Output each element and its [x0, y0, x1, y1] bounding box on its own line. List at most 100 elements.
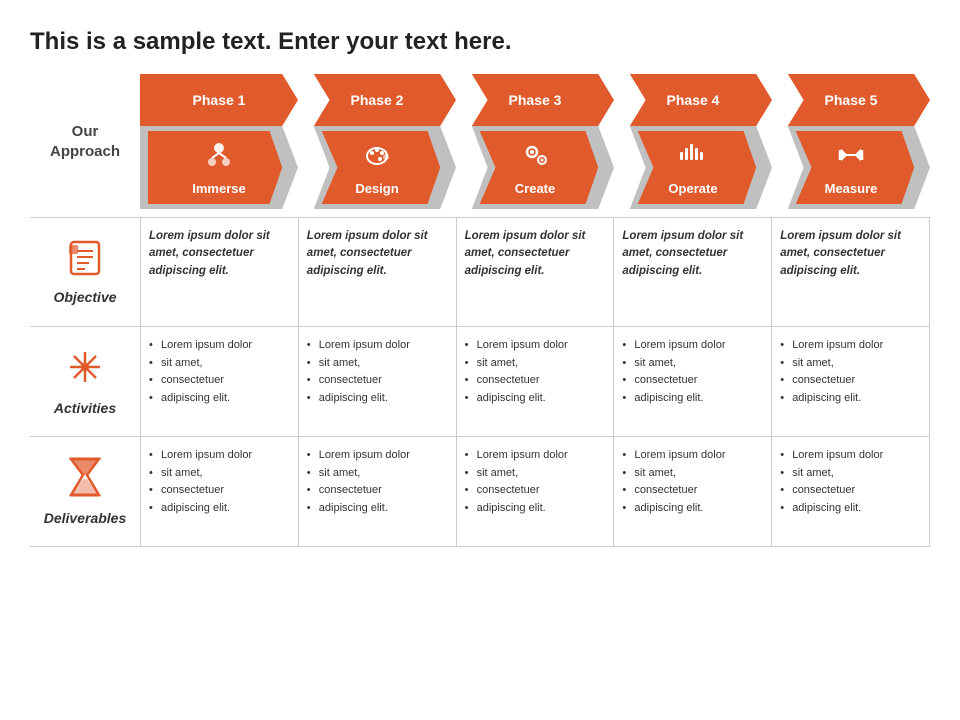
list-item: adipiscing elit. [622, 500, 763, 518]
phase-1: Phase 1 Immerse [140, 74, 298, 209]
deliverables-label: Deliverables [44, 510, 127, 526]
deliverables-cells: Lorem ipsum dolorsit amet,consectetuerad… [140, 437, 930, 546]
list-item: sit amet, [622, 465, 763, 483]
list-item: Lorem ipsum dolor [149, 337, 290, 355]
phase-5-bottom: Measure [772, 126, 930, 209]
list-item: adipiscing elit. [780, 390, 921, 408]
table-section: Objective Lorem ipsum dolor sit amet, co… [30, 217, 930, 700]
deliverables-cell-2: Lorem ipsum dolorsit amet,consectetuerad… [298, 437, 456, 546]
activities-cell-2: Lorem ipsum dolorsit amet,consectetuerad… [298, 327, 456, 436]
list-item: consectetuer [780, 482, 921, 500]
activities-list-1: Lorem ipsum dolorsit amet,consectetuerad… [149, 337, 290, 407]
list-item: consectetuer [465, 482, 606, 500]
phase-1-top: Phase 1 [140, 74, 298, 126]
activities-list-4: Lorem ipsum dolorsit amet,consectetuerad… [622, 337, 763, 407]
list-item: adipiscing elit. [465, 500, 606, 518]
list-item: Lorem ipsum dolor [465, 447, 606, 465]
list-item: sit amet, [780, 355, 921, 373]
activities-list-3: Lorem ipsum dolorsit amet,consectetuerad… [465, 337, 606, 407]
phase-3-icon [520, 140, 550, 177]
list-item: sit amet, [465, 465, 606, 483]
deliverables-list-4: Lorem ipsum dolorsit amet,consectetuerad… [622, 447, 763, 517]
objective-text-2: Lorem ipsum dolor sit amet, consectetuer… [307, 228, 448, 280]
phase-2: Phase 2 Design [298, 74, 456, 209]
list-item: sit amet, [307, 355, 448, 373]
list-item: consectetuer [307, 482, 448, 500]
phase-2-name: Design [355, 181, 398, 196]
list-item: consectetuer [622, 372, 763, 390]
objective-icon [67, 240, 103, 283]
row-label-deliverables: Deliverables [30, 437, 140, 546]
deliverables-cell-3: Lorem ipsum dolorsit amet,consectetuerad… [456, 437, 614, 546]
deliverables-list-1: Lorem ipsum dolorsit amet,consectetuerad… [149, 447, 290, 517]
list-item: consectetuer [622, 482, 763, 500]
activities-cells: Lorem ipsum dolorsit amet,consectetuerad… [140, 327, 930, 436]
phase-4-label: Phase 4 [667, 92, 720, 108]
objective-cells: Lorem ipsum dolor sit amet, consectetuer… [140, 218, 930, 326]
phase-1-label: Phase 1 [193, 92, 246, 108]
phase-5: Phase 5 Measure [772, 74, 930, 209]
list-item: Lorem ipsum dolor [307, 337, 448, 355]
list-item: adipiscing elit. [465, 390, 606, 408]
list-item: adipiscing elit. [149, 390, 290, 408]
phase-4-top: Phase 4 [614, 74, 772, 126]
phase-5-top: Phase 5 [772, 74, 930, 126]
approach-label: OurApproach [30, 74, 140, 209]
phase-2-label: Phase 2 [351, 92, 404, 108]
phase-2-top: Phase 2 [298, 74, 456, 126]
slide-title: This is a sample text. Enter your text h… [30, 28, 930, 56]
list-item: Lorem ipsum dolor [780, 447, 921, 465]
activities-cell-1: Lorem ipsum dolorsit amet,consectetuerad… [140, 327, 298, 436]
phase-5-name: Measure [825, 181, 878, 196]
activities-cell-3: Lorem ipsum dolorsit amet,consectetuerad… [456, 327, 614, 436]
activities-cell-5: Lorem ipsum dolorsit amet,consectetuerad… [771, 327, 930, 436]
phase-5-icon [836, 140, 866, 177]
objective-text-3: Lorem ipsum dolor sit amet, consectetuer… [465, 228, 606, 280]
slide: This is a sample text. Enter your text h… [0, 0, 960, 720]
objective-cell-2: Lorem ipsum dolor sit amet, consectetuer… [298, 218, 456, 326]
phase-4: Phase 4 Operate [614, 74, 772, 209]
table-row-deliverables: Deliverables Lorem ipsum dolorsit amet,c… [30, 437, 930, 547]
phase-3-top: Phase 3 [456, 74, 614, 126]
list-item: adipiscing elit. [307, 500, 448, 518]
phase-3-bottom: Create [456, 126, 614, 209]
list-item: consectetuer [307, 372, 448, 390]
list-item: sit amet, [622, 355, 763, 373]
list-item: sit amet, [149, 465, 290, 483]
list-item: Lorem ipsum dolor [465, 337, 606, 355]
activities-icon [65, 347, 105, 394]
objective-text-5: Lorem ipsum dolor sit amet, consectetuer… [780, 228, 921, 280]
objective-cell-3: Lorem ipsum dolor sit amet, consectetuer… [456, 218, 614, 326]
list-item: adipiscing elit. [307, 390, 448, 408]
phase-1-icon [204, 140, 234, 177]
objective-text-4: Lorem ipsum dolor sit amet, consectetuer… [622, 228, 763, 280]
objective-text-1: Lorem ipsum dolor sit amet, consectetuer… [149, 228, 290, 280]
phase-4-icon [678, 140, 708, 177]
phase-3-name: Create [515, 181, 555, 196]
list-item: Lorem ipsum dolor [622, 447, 763, 465]
list-item: sit amet, [149, 355, 290, 373]
phase-1-bottom: Immerse [140, 126, 298, 209]
list-item: adipiscing elit. [149, 500, 290, 518]
list-item: consectetuer [780, 372, 921, 390]
phase-4-bottom: Operate [614, 126, 772, 209]
objective-label: Objective [53, 289, 116, 305]
list-item: adipiscing elit. [780, 500, 921, 518]
table-row-objective: Objective Lorem ipsum dolor sit amet, co… [30, 217, 930, 327]
deliverables-list-3: Lorem ipsum dolorsit amet,consectetuerad… [465, 447, 606, 517]
list-item: sit amet, [780, 465, 921, 483]
deliverables-icon [67, 457, 103, 504]
phase-4-name: Operate [668, 181, 717, 196]
deliverables-list-2: Lorem ipsum dolorsit amet,consectetuerad… [307, 447, 448, 517]
list-item: Lorem ipsum dolor [307, 447, 448, 465]
list-item: Lorem ipsum dolor [622, 337, 763, 355]
table-row-activities: Activities Lorem ipsum dolorsit amet,con… [30, 327, 930, 437]
objective-cell-5: Lorem ipsum dolor sit amet, consectetuer… [771, 218, 930, 326]
deliverables-cell-5: Lorem ipsum dolorsit amet,consectetuerad… [771, 437, 930, 546]
list-item: consectetuer [149, 372, 290, 390]
phases-container: Phase 1 Immerse Phase 2 Design Phase 3 [140, 74, 930, 209]
objective-cell-4: Lorem ipsum dolor sit amet, consectetuer… [613, 218, 771, 326]
list-item: Lorem ipsum dolor [780, 337, 921, 355]
activities-label: Activities [54, 400, 116, 416]
deliverables-list-5: Lorem ipsum dolorsit amet,consectetuerad… [780, 447, 921, 517]
